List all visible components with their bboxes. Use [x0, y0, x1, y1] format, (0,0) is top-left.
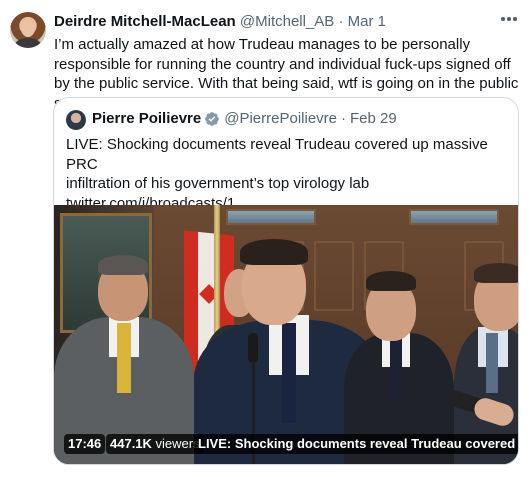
header-separator: ·	[338, 13, 344, 30]
person-tie	[390, 339, 402, 399]
author-avatar[interactable]	[10, 12, 46, 48]
tweet-header: Deirdre Mitchell-MacLean @Mitchell_AB · …	[54, 13, 386, 31]
verified-badge-icon	[205, 112, 220, 126]
more-horizontal-icon[interactable]	[498, 8, 520, 30]
quoted-tweet-header: Pierre Poilievre @PierrePoilievre · Feb …	[92, 109, 397, 129]
avatar-face	[21, 20, 35, 37]
microphone	[248, 333, 258, 363]
person-tie	[117, 323, 131, 393]
person-hair	[474, 263, 518, 283]
quoted-tweet-date[interactable]: Feb 29	[350, 109, 397, 129]
viewers-count: 447.1K	[110, 436, 152, 451]
author-handle[interactable]: @Mitchell_AB	[240, 13, 334, 30]
broadcast-video[interactable]: 17:46 447.1K viewers LIVE: Shocking docu…	[54, 205, 518, 464]
more-dot	[501, 17, 505, 21]
viewers-label: viewers	[155, 436, 200, 451]
author-name[interactable]: Deirdre Mitchell-MacLean	[54, 13, 236, 30]
quoted-header-separator: ·	[341, 110, 346, 127]
quoted-tweet-text: LIVE: Shocking documents reveal Trudeau …	[66, 135, 506, 213]
quoted-text-line: infiltration of his government’s top vir…	[66, 175, 370, 192]
more-dot	[513, 17, 517, 21]
quoted-author-name[interactable]: Pierre Poilievre	[92, 109, 201, 129]
tweet[interactable]: Deirdre Mitchell-MacLean @Mitchell_AB · …	[0, 0, 530, 477]
person-hair	[366, 271, 416, 291]
person-hair	[98, 255, 148, 275]
broadcast-title: LIVE: Shocking documents reveal Trudeau …	[194, 434, 518, 454]
wall-panel	[314, 241, 354, 311]
tweet-date[interactable]: Mar 1	[348, 13, 386, 30]
person-hair	[240, 239, 308, 265]
video-viewers: 447.1K viewers	[106, 434, 204, 454]
stained-glass-window	[409, 209, 499, 225]
stained-glass-window	[226, 209, 316, 225]
quoted-tweet[interactable]: Pierre Poilievre @PierrePoilievre · Feb …	[53, 97, 519, 465]
person-tie	[282, 323, 296, 423]
quoted-author-handle[interactable]: @PierrePoilievre	[224, 109, 337, 129]
avatar-shoulder	[15, 38, 41, 48]
quoted-text-line: LIVE: Shocking documents reveal Trudeau …	[66, 136, 488, 173]
more-dot	[507, 17, 511, 21]
person-tie	[486, 333, 498, 393]
quoted-author-avatar[interactable]	[66, 110, 86, 130]
video-duration: 17:46	[64, 434, 106, 454]
